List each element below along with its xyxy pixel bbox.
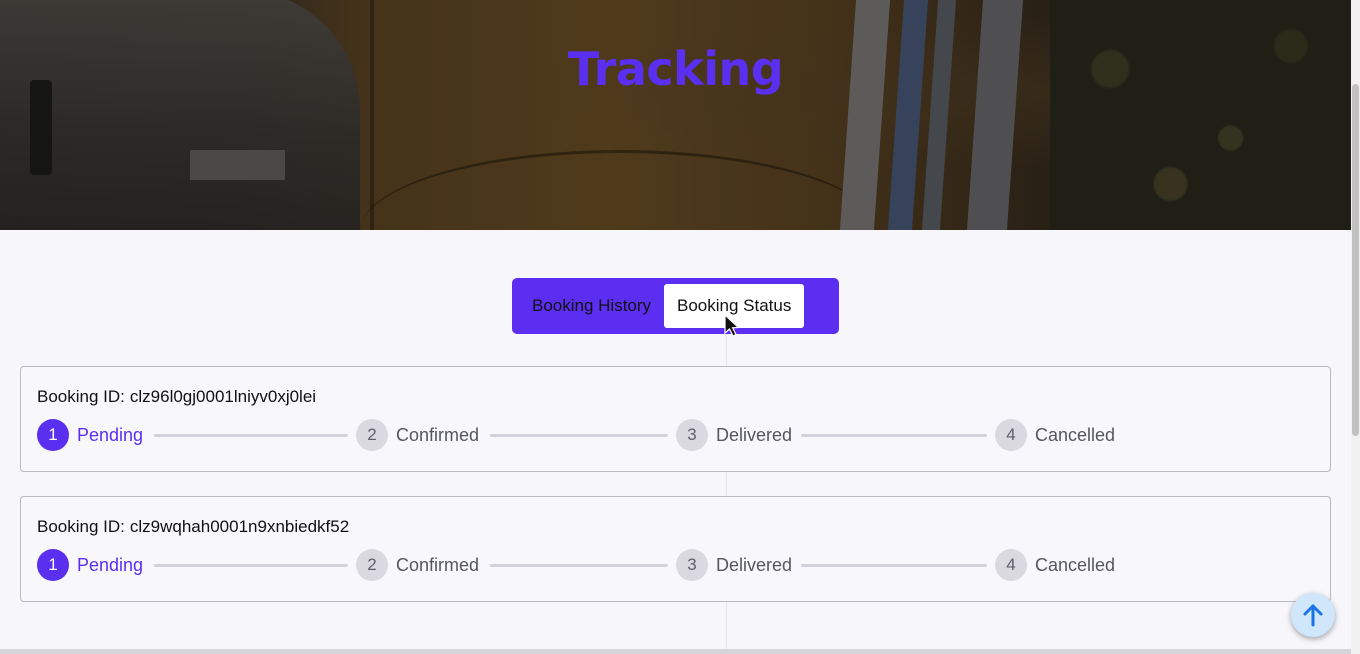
booking-tab-toggle: Booking History Booking Status <box>512 278 839 334</box>
booking-card: Booking ID: clz9wqhah0001n9xnbiedkf52 1 P… <box>20 496 1331 602</box>
step-label: Delivered <box>716 424 793 445</box>
step-delivered: 3 Delivered <box>676 419 792 451</box>
step-connector <box>801 564 987 567</box>
step-label: Pending <box>77 554 144 575</box>
step-label: Cancelled <box>1035 554 1116 575</box>
step-label: Pending <box>77 424 144 445</box>
step-confirmed: 2 Confirmed <box>356 419 479 451</box>
step-confirmed: 2 Confirmed <box>356 549 479 581</box>
step-cancelled: 4 Cancelled <box>995 549 1115 581</box>
vertical-scrollbar-thumb[interactable] <box>1352 84 1359 436</box>
step-pending: 1 Pending <box>37 549 143 581</box>
booking-id-label: Booking ID: <box>37 517 125 536</box>
step-connector <box>154 434 348 437</box>
booking-id-heading: Booking ID: clz9wqhah0001n9xnbiedkf52 <box>37 517 349 537</box>
booking-id-value: clz9wqhah0001n9xnbiedkf52 <box>129 517 350 536</box>
step-connector <box>154 564 348 567</box>
horizontal-scrollbar[interactable] <box>0 649 1351 654</box>
step-number: 3 <box>676 419 708 451</box>
step-pending: 1 Pending <box>37 419 143 451</box>
step-number: 1 <box>37 419 69 451</box>
arrow-up-icon <box>1303 604 1323 627</box>
booking-status-stepper: 1 Pending 2 Confirmed 3 Delivered 4 Canc… <box>37 419 1137 451</box>
step-delivered: 3 Delivered <box>676 549 792 581</box>
tracking-page: Tracking Booking History Booking Status … <box>0 0 1360 654</box>
step-connector <box>490 564 668 567</box>
step-number: 2 <box>356 419 388 451</box>
step-cancelled: 4 Cancelled <box>995 419 1115 451</box>
back-to-top-button[interactable] <box>1291 593 1335 637</box>
booking-status-stepper: 1 Pending 2 Confirmed 3 Delivered 4 Canc… <box>37 549 1137 581</box>
booking-id-value: clz96l0gj0001lniyv0xj0lei <box>129 387 317 406</box>
step-number: 2 <box>356 549 388 581</box>
booking-id-heading: Booking ID: clz96l0gj0001lniyv0xj0lei <box>37 387 316 407</box>
tab-booking-history[interactable]: Booking History <box>518 284 664 328</box>
page-title: Tracking <box>567 42 784 96</box>
step-label: Delivered <box>716 554 793 575</box>
step-number: 4 <box>995 549 1027 581</box>
step-label: Confirmed <box>396 554 480 575</box>
step-connector <box>801 434 987 437</box>
mouse-cursor-icon <box>724 314 740 337</box>
step-label: Cancelled <box>1035 424 1116 445</box>
booking-id-label: Booking ID: <box>37 387 125 406</box>
step-number: 1 <box>37 549 69 581</box>
hero-banner: Tracking <box>0 0 1351 230</box>
step-connector <box>490 434 668 437</box>
step-number: 3 <box>676 549 708 581</box>
hero-overlay <box>0 0 1351 230</box>
step-number: 4 <box>995 419 1027 451</box>
step-label: Confirmed <box>396 424 480 445</box>
booking-card: Booking ID: clz96l0gj0001lniyv0xj0lei 1 P… <box>20 366 1331 472</box>
